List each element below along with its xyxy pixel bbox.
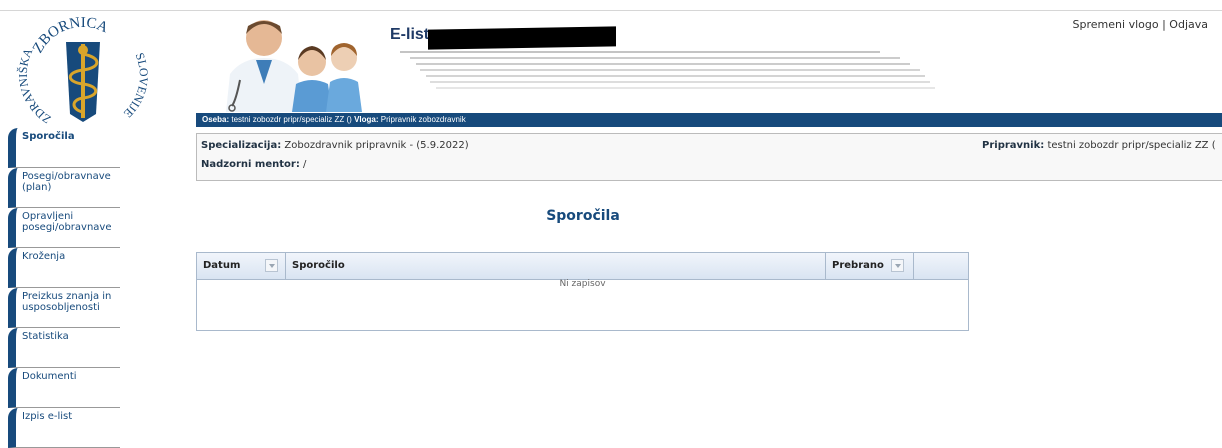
app-title: E-list <box>390 26 430 43</box>
column-header-sporocilo[interactable]: Sporočilo <box>286 253 826 279</box>
sidebar-item-sporocila[interactable]: Sporočila <box>8 128 120 168</box>
sidebar-item-statistika[interactable]: Statistika <box>8 328 120 368</box>
column-header-datum[interactable]: Datum <box>197 253 286 279</box>
oseba-label: Oseba: <box>202 115 230 124</box>
change-role-link[interactable]: Spremeni vlogo <box>1073 18 1159 31</box>
sidebar-item-krozenja[interactable]: Kroženja <box>8 248 120 288</box>
mentor-row: Nadzorni mentor: / <box>201 159 306 170</box>
mentor-value: / <box>303 159 307 170</box>
trainee-value: testni zobozdr pripr/specializ ZZ ( <box>1047 140 1216 151</box>
chamber-logo: ZBORNICA ZDRAVNIŠKA SLOVENIJE <box>16 15 151 126</box>
svg-text:SLOVENIJE: SLOVENIJE <box>121 51 151 121</box>
sidebar-item-label: usposobljenosti <box>22 302 100 313</box>
link-separator: | <box>1162 18 1166 31</box>
column-label-sporocilo: Sporočilo <box>292 260 345 271</box>
logo-text-right: SLOVENIJE <box>121 51 151 121</box>
sidebar-item-label: (plan) <box>22 182 52 193</box>
sidebar-item-label: Opravljeni <box>22 211 74 222</box>
spec-value: Zobozdravnik pripravnik - (5.9.2022) <box>284 140 469 151</box>
column-label-prebrano: Prebrano <box>832 260 884 271</box>
top-divider <box>0 10 1222 11</box>
column-label-datum: Datum <box>203 260 241 271</box>
sidebar-item-label: posegi/obravnave <box>22 222 112 233</box>
sidebar-item-label: Sporočila <box>22 131 75 142</box>
specialization-info: Specializacija: Zobozdravnik pripravnik … <box>196 133 1222 181</box>
spec-label: Specializacija: <box>201 140 282 151</box>
sidebar-item-posegi-plan[interactable]: Posegi/obravnave (plan) <box>8 168 120 208</box>
doctors-image <box>212 14 384 112</box>
sidebar-item-label: Statistika <box>22 331 69 342</box>
sidebar-nav: Sporočila Posegi/obravnave (plan) Opravl… <box>8 128 120 448</box>
sidebar-item-label: Kroženja <box>22 251 66 262</box>
table-header: Datum Sporočilo Prebrano <box>197 253 968 280</box>
sidebar-item-izpis[interactable]: Izpis e-list <box>8 408 120 448</box>
trainee-row: Pripravnik: testni zobozdr pripr/special… <box>982 140 1216 151</box>
sort-prebrano-icon[interactable] <box>891 259 904 272</box>
vloga-value: Pripravnik zobozdravnik <box>380 115 466 124</box>
svg-text:ZDRAVNIŠKA: ZDRAVNIŠKA <box>16 46 54 126</box>
sidebar-item-label: Posegi/obravnave <box>22 171 111 182</box>
sidebar-item-label: Izpis e-list <box>22 411 73 422</box>
column-header-prebrano[interactable]: Prebrano <box>826 253 914 279</box>
oseba-value: testni zobozdr pripr/specializ ZZ () <box>231 115 352 124</box>
logout-link[interactable]: Odjava <box>1169 18 1208 31</box>
sidebar-item-preizkus[interactable]: Preizkus znanja in usposobljenosti <box>8 288 120 328</box>
vloga-label: Vloga: <box>354 115 379 124</box>
mentor-label: Nadzorni mentor: <box>201 159 300 170</box>
spec-row: Specializacija: Zobozdravnik pripravnik … <box>201 140 469 151</box>
sidebar-item-dokumenti[interactable]: Dokumenti <box>8 368 120 408</box>
redacted-name <box>428 26 616 50</box>
sidebar-item-label: Dokumenti <box>22 371 77 382</box>
sidebar-item-label: Preizkus znanja in <box>22 291 112 302</box>
empty-message: Ni zapisov <box>559 279 606 289</box>
trainee-label: Pripravnik: <box>982 140 1045 151</box>
sidebar-item-opravljeni[interactable]: Opravljeni posegi/obravnave <box>8 208 120 248</box>
top-links: Spremeni vlogo | Odjava <box>1073 18 1208 31</box>
messages-table: Datum Sporočilo Prebrano Ni zapisov <box>196 252 969 331</box>
logo-text-left: ZDRAVNIŠKA <box>16 46 54 126</box>
decorative-lines <box>400 51 935 89</box>
page-title: Sporočila <box>546 208 620 224</box>
sort-datum-icon[interactable] <box>265 259 278 272</box>
user-info-bar: Oseba: testni zobozdr pripr/specializ ZZ… <box>196 113 1222 127</box>
